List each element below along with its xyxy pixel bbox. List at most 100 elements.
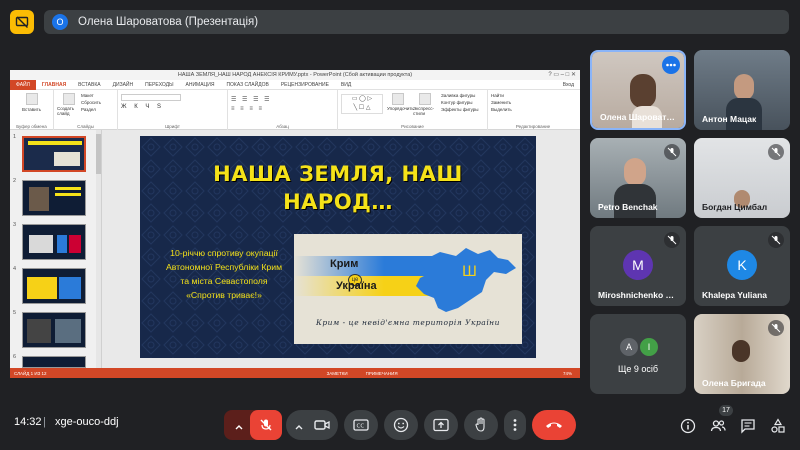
thumb-number: 5 [13,310,17,316]
slide-title-line2: НАРОД… [283,190,393,214]
separator: | [43,416,46,428]
participant-avatar: I [640,338,658,356]
camera-button[interactable] [314,418,330,437]
video-person [624,158,646,186]
svg-text:Ш: Ш [462,264,477,280]
new-slide-icon [63,93,75,105]
layout-label: Макет [81,93,94,98]
arrange-label: Упорядочить [387,106,414,111]
more-vert-icon [513,419,517,431]
activities-button[interactable] [770,418,786,434]
participant-name: Антон Мацак [702,114,757,124]
present-to-everyone-icon[interactable] [10,10,34,34]
shape-fill-label: Заливка фигуры [441,93,476,98]
video-options-chevron-icon[interactable] [294,419,304,437]
section-label: Раздел [81,107,96,112]
hand-icon [475,417,485,432]
quick-styles-icon [419,93,431,105]
chat-button[interactable] [740,418,756,434]
window-controls-icon: ? ▭ – □ ✕ [548,72,576,78]
shared-screen: НАША ЗЕМЛЯ_НАШ НАРОД АНЕКСІЯ КРИМУ.pptx … [10,70,580,378]
people-count-badge: 17 [719,405,733,416]
presenter-chip: O Олена Шароватова (Презентація) [44,10,789,34]
participant-tile[interactable]: Petro Benchak [590,138,686,218]
clipboard-group-name: Буфер обмена [16,124,47,129]
thumbs-scrollbar [96,130,101,368]
participant-tile[interactable]: K Khalepa Yuliana [694,226,790,306]
mic-toggle-button[interactable] [250,410,282,440]
bottom-controls: 14:32 | xge-ouco-ddj CC 17 [0,398,800,450]
slide-thumbnails: 1 2 3 4 5 6 [10,130,102,368]
info-icon [680,418,696,434]
find-label: Найти [491,93,504,98]
captions-button[interactable]: CC [344,410,378,440]
card-caption: Крим - це невід'ємна територія України [316,318,500,327]
comments-label: ПРИМЕЧАНИЯ [365,370,398,376]
mic-off-icon [260,419,272,431]
mic-off-icon [768,232,784,248]
audio-options-chevron-icon[interactable] [234,419,244,437]
ribbon-editing: Найти Заменить Выделить Редактирование [488,90,578,130]
present-button[interactable] [424,410,458,440]
font-format-icons: Ж К Ч S [121,104,165,110]
presenter-avatar: O [52,14,68,30]
participant-tile[interactable]: M Miroshnichenko … [590,226,686,306]
participant-name: Petro Benchak [598,202,658,212]
paragraph-icons: ☰ ☰ ☰ ☰ [231,97,272,103]
ppt-menu-home: ГЛАВНАЯ [41,81,67,88]
slide-thumbnail [22,312,86,348]
drawing-group-name: Рисование [401,124,424,129]
paste-label: Вставить [21,107,42,112]
participant-tile[interactable]: Антон Мацак [694,50,790,130]
mic-control-group [224,410,282,440]
participant-tile[interactable]: Богдан Цимбал [694,138,790,218]
select-label: Выделить [491,107,512,112]
participant-name: Богдан Цимбал [702,202,768,212]
font-group-name: Шрифт [165,124,180,129]
shapes-gallery: ▭ ◯ ▷ ╲ ☐ △ [341,94,383,114]
thumb-number: 4 [13,266,17,272]
meeting-code: xge-ouco-ddj [55,416,119,428]
thumb-number: 6 [13,354,17,360]
more-options-button[interactable] [504,410,526,440]
ppt-menubar: ФАЙЛ ГЛАВНАЯ ВСТАВКА ДИЗАЙН ПЕРЕХОДЫ АНИ… [10,79,580,90]
replace-label: Заменить [491,100,512,105]
ppt-menu-design: ДИЗАЙН [112,81,134,88]
camera-icon [314,420,330,430]
people-button[interactable] [710,418,726,434]
more-participants-tile[interactable]: A I Ще 9 осіб [590,314,686,394]
meeting-details-button[interactable] [680,418,696,434]
participant-tile[interactable]: Олена Бригада [694,314,790,394]
ppt-workspace: 1 2 3 4 5 6 НАША ЗЕМЛЯ, НАШ НАРОД… 10-рі… [10,130,580,368]
participant-avatar: M [623,250,653,280]
slide-thumbnail [22,136,86,172]
video-person [734,74,754,100]
mic-off-icon [664,232,680,248]
chat-icon [741,419,755,434]
zoom-level: 74% [562,370,572,376]
leave-call-button[interactable] [532,410,576,440]
raise-hand-button[interactable] [464,410,498,440]
speaking-indicator-icon [662,56,680,74]
thumb-number: 2 [13,178,17,184]
participant-tile[interactable]: Олена Шароват… [590,50,686,130]
ribbon-font: Ж К Ч S Шрифт [118,90,228,130]
thumb-number: 1 [13,134,17,140]
thumb-number: 3 [13,222,17,228]
slide-info: СЛАЙД 1 ИЗ 12 [14,370,47,376]
participant-name: Олена Шароват… [600,112,675,122]
slides-group-name: Слайды [77,124,94,129]
slide-body-text: 10-річчю спротиву окупації Автономної Ре… [165,248,283,300]
closed-captions-icon: CC [353,419,369,431]
meeting-time: 14:32 [14,416,42,428]
shape-effects-label: Эффекты фигуры [441,107,479,112]
ribbon-slides: Создать слайд Макет Сбросить Раздел Слай… [54,90,118,130]
ppt-menu-view: ВИД [340,81,352,88]
reactions-button[interactable] [384,410,418,440]
presenter-label: Олена Шароватова (Презентація) [78,16,259,28]
ppt-menu-transitions: ПЕРЕХОДЫ [145,81,174,88]
ppt-menu-slideshow: ПОКАЗ СЛАЙДОВ [226,81,269,88]
ribbon-paragraph: ☰ ☰ ☰ ☰ ≡ ≡ ≡ ≡ Абзац [228,90,338,130]
participant-avatar: A [620,338,638,356]
paste-icon [25,93,38,105]
